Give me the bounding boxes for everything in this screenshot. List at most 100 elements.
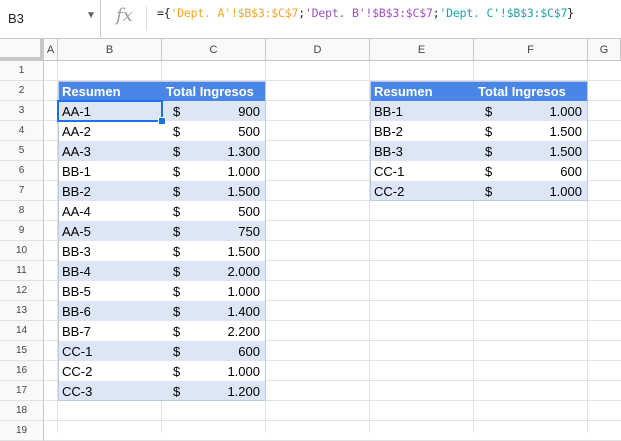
left-table-cell-total[interactable]: $1.500 bbox=[162, 181, 266, 201]
row-header-7[interactable]: 7 bbox=[0, 181, 44, 201]
cell-amount: 1.000 bbox=[227, 363, 260, 379]
left-table-cell-resumen[interactable]: AA-5 bbox=[58, 221, 162, 241]
currency-symbol: $ bbox=[173, 363, 181, 379]
grid-line bbox=[44, 420, 621, 421]
row-header-1[interactable]: 1 bbox=[0, 61, 44, 81]
row-header-12[interactable]: 12 bbox=[0, 281, 44, 301]
row-header-4[interactable]: 4 bbox=[0, 121, 44, 141]
right-table-cell-resumen[interactable]: BB-3 bbox=[370, 141, 474, 161]
cell-text: AA-2 bbox=[62, 123, 91, 139]
left-table-cell-total[interactable]: $600 bbox=[162, 341, 266, 361]
left-table-cell-total[interactable]: $1.400 bbox=[162, 301, 266, 321]
left-table-cell-total[interactable]: $1.300 bbox=[162, 141, 266, 161]
column-header-b[interactable]: B bbox=[58, 39, 162, 61]
currency-symbol: $ bbox=[173, 223, 181, 239]
left-table-cell-total[interactable]: $1.000 bbox=[162, 281, 266, 301]
left-table-cell-total[interactable]: $750 bbox=[162, 221, 266, 241]
column-header-e[interactable]: E bbox=[370, 39, 474, 61]
right-table-cell-resumen[interactable]: BB-1 bbox=[370, 101, 474, 121]
left-table-cell-total[interactable]: $1.200 bbox=[162, 381, 266, 401]
left-table-cell-total[interactable]: $2.000 bbox=[162, 261, 266, 281]
row-header-11[interactable]: 11 bbox=[0, 261, 44, 281]
formula-input[interactable]: ={'Dept. A'!$B$3:$C$7;'Dept. B'!$B$3:$C$… bbox=[157, 6, 574, 20]
currency-symbol: $ bbox=[173, 323, 181, 339]
left-table-cell-total[interactable]: $900 bbox=[162, 101, 266, 121]
left-table-cell-resumen[interactable]: AA-4 bbox=[58, 201, 162, 221]
cell-text: CC-1 bbox=[62, 343, 93, 359]
column-header-f[interactable]: F bbox=[474, 39, 588, 61]
formula-range-b: 'Dept. B'!$B$3:$C$7 bbox=[304, 6, 433, 20]
row-header-5[interactable]: 5 bbox=[0, 141, 44, 161]
name-box[interactable]: B3 ▼ bbox=[0, 0, 101, 37]
left-table-cell-resumen[interactable]: BB-2 bbox=[58, 181, 162, 201]
left-table-cell-total[interactable]: $2.200 bbox=[162, 321, 266, 341]
column-header-a[interactable]: A bbox=[44, 39, 58, 61]
row-header-6[interactable]: 6 bbox=[0, 161, 44, 181]
column-header-c[interactable]: C bbox=[162, 39, 266, 61]
currency-symbol: $ bbox=[173, 203, 181, 219]
left-table-cell-resumen[interactable]: BB-3 bbox=[58, 241, 162, 261]
left-table-cell-resumen[interactable]: CC-1 bbox=[58, 341, 162, 361]
row-header-18[interactable]: 18 bbox=[0, 401, 44, 421]
right-table-header-resumen[interactable]: Resumen bbox=[370, 81, 474, 101]
left-table-cell-total[interactable]: $1.000 bbox=[162, 361, 266, 381]
left-table-cell-resumen[interactable]: BB-7 bbox=[58, 321, 162, 341]
left-table-cell-resumen[interactable]: BB-6 bbox=[58, 301, 162, 321]
cell-amount: 1.500 bbox=[227, 243, 260, 259]
left-table-cell-total[interactable]: $1.500 bbox=[162, 241, 266, 261]
column-header-g[interactable]: G bbox=[588, 39, 621, 61]
column-header-d[interactable]: D bbox=[266, 39, 370, 61]
right-table-cell-total[interactable]: $1.500 bbox=[474, 141, 588, 161]
right-table-cell-total[interactable]: $1.500 bbox=[474, 121, 588, 141]
row-header-13[interactable]: 13 bbox=[0, 301, 44, 321]
cell-text: BB-7 bbox=[62, 323, 91, 339]
left-table-cell-resumen[interactable]: CC-2 bbox=[58, 361, 162, 381]
left-table-cell-total[interactable]: $1.000 bbox=[162, 161, 266, 181]
cell-amount: 600 bbox=[560, 163, 582, 179]
row-header-16[interactable]: 16 bbox=[0, 361, 44, 381]
row-header-15[interactable]: 15 bbox=[0, 341, 44, 361]
currency-symbol: $ bbox=[173, 283, 181, 299]
cell-text: BB-4 bbox=[62, 263, 91, 279]
currency-symbol: $ bbox=[485, 103, 493, 119]
cell-text: BB-2 bbox=[62, 183, 91, 199]
left-table-cell-resumen[interactable]: BB-5 bbox=[58, 281, 162, 301]
header-label: Total Ingresos bbox=[478, 83, 566, 99]
fill-handle[interactable] bbox=[158, 117, 166, 125]
cell-text: AA-1 bbox=[62, 103, 91, 119]
right-table-cell-resumen[interactable]: CC-2 bbox=[370, 181, 474, 201]
row-header-14[interactable]: 14 bbox=[0, 321, 44, 341]
row-header-10[interactable]: 10 bbox=[0, 241, 44, 261]
right-table-cell-resumen[interactable]: BB-2 bbox=[370, 121, 474, 141]
left-table-cell-resumen[interactable]: AA-1 bbox=[58, 101, 162, 121]
right-table-cell-total[interactable]: $1.000 bbox=[474, 181, 588, 201]
left-table-cell-resumen[interactable]: CC-3 bbox=[58, 381, 162, 401]
left-table-cell-resumen[interactable]: BB-4 bbox=[58, 261, 162, 281]
chevron-down-icon[interactable]: ▼ bbox=[86, 10, 96, 21]
cell-amount: 1.500 bbox=[549, 123, 582, 139]
name-box-value: B3 bbox=[8, 11, 24, 26]
formula-sep: ; bbox=[298, 6, 305, 20]
currency-symbol: $ bbox=[485, 163, 493, 179]
right-table-header-total-ingresos[interactable]: Total Ingresos bbox=[474, 81, 588, 101]
left-table-header-resumen[interactable]: Resumen bbox=[58, 81, 162, 101]
row-header-17[interactable]: 17 bbox=[0, 381, 44, 401]
row-header-9[interactable]: 9 bbox=[0, 221, 44, 241]
cell-amount: 1.500 bbox=[227, 183, 260, 199]
row-header-3[interactable]: 3 bbox=[0, 101, 44, 121]
right-table-cell-total[interactable]: $1.000 bbox=[474, 101, 588, 121]
row-header-2[interactable]: 2 bbox=[0, 81, 44, 101]
right-table-cell-resumen[interactable]: CC-1 bbox=[370, 161, 474, 181]
select-all-corner[interactable] bbox=[0, 39, 44, 61]
row-header-19[interactable]: 19 bbox=[0, 421, 44, 441]
cell-amount: 1.200 bbox=[227, 383, 260, 399]
left-table-cell-total[interactable]: $500 bbox=[162, 201, 266, 221]
left-table-cell-total[interactable]: $500 bbox=[162, 121, 266, 141]
right-table-cell-total[interactable]: $600 bbox=[474, 161, 588, 181]
formula-range-c: 'Dept. C'!$B$3:$C$7 bbox=[439, 6, 568, 20]
row-header-8[interactable]: 8 bbox=[0, 201, 44, 221]
left-table-cell-resumen[interactable]: BB-1 bbox=[58, 161, 162, 181]
left-table-cell-resumen[interactable]: AA-2 bbox=[58, 121, 162, 141]
left-table-cell-resumen[interactable]: AA-3 bbox=[58, 141, 162, 161]
left-table-header-total-ingresos[interactable]: Total Ingresos bbox=[162, 81, 266, 101]
